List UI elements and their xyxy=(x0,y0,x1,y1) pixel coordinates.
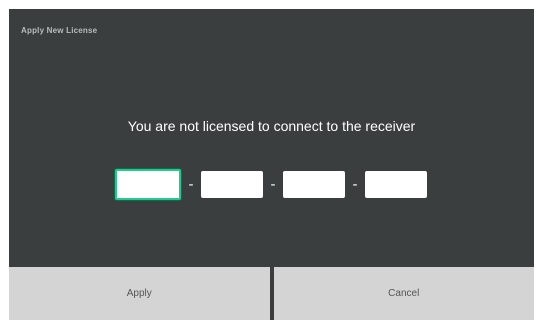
license-key-field-1[interactable] xyxy=(115,169,181,200)
license-key-row: - - - xyxy=(115,169,427,200)
license-dialog: Apply New License You are not licensed t… xyxy=(9,9,534,320)
apply-button[interactable]: Apply xyxy=(9,267,270,320)
license-key-separator: - xyxy=(352,176,358,193)
license-key-field-2[interactable] xyxy=(201,171,263,198)
dialog-button-bar: Apply Cancel xyxy=(9,267,534,320)
license-key-field-3[interactable] xyxy=(283,171,345,198)
dialog-title: Apply New License xyxy=(21,26,98,35)
license-key-separator: - xyxy=(188,176,194,193)
cancel-button[interactable]: Cancel xyxy=(273,267,534,320)
license-key-separator: - xyxy=(270,176,276,193)
license-key-field-4[interactable] xyxy=(365,171,427,198)
license-message: You are not licensed to connect to the r… xyxy=(127,118,416,134)
